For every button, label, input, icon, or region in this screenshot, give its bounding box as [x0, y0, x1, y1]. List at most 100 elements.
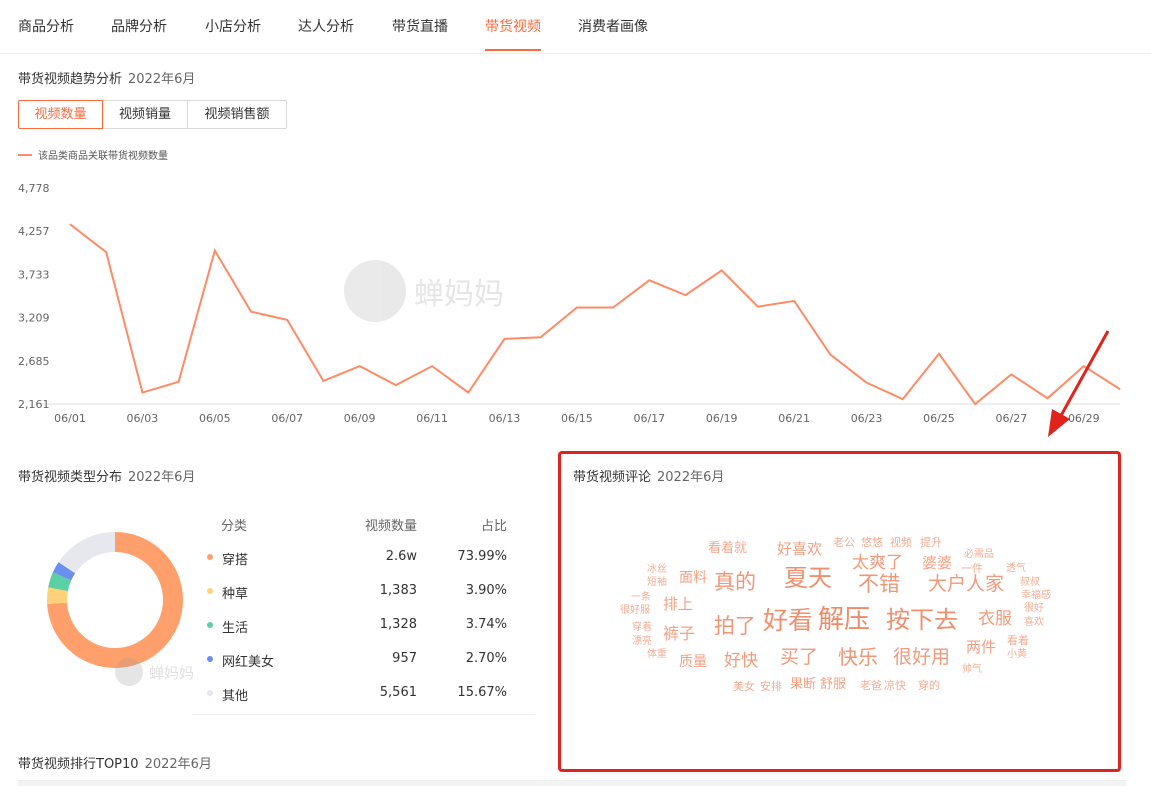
word-cloud-word: 拍了 — [714, 614, 756, 638]
x-tick-label: 06/13 — [489, 412, 521, 425]
word-cloud-word: 穿的 — [918, 679, 940, 692]
word-cloud-word: 很好 — [1024, 603, 1044, 614]
category-dot — [207, 622, 213, 628]
watermark: 蝉妈妈 — [344, 260, 504, 322]
tab-brand-analysis[interactable]: 品牌分析 — [111, 16, 167, 36]
video-count-button[interactable]: 视频数量 — [18, 100, 103, 129]
word-cloud-word: 老爸 — [860, 679, 882, 692]
category-count: 1,328 — [379, 617, 417, 632]
word-cloud-word: 裤子 — [663, 624, 696, 643]
word-cloud-word: 好快 — [724, 651, 758, 671]
word-cloud-word: 婆婆 — [922, 554, 953, 572]
word-cloud-word: 穿着 — [632, 622, 652, 633]
legend-line-swatch — [18, 154, 32, 156]
tab-video-commerce[interactable]: 带货视频 — [485, 16, 541, 36]
category-label: 网红美女 — [222, 655, 275, 670]
word-cloud-word: 排上 — [663, 595, 694, 613]
ranking-title: 带货视频排行TOP10 — [18, 757, 139, 772]
tab-shop-analysis[interactable]: 小店分析 — [205, 16, 261, 36]
category-dot — [207, 690, 213, 696]
word-cloud-word: 夏天 — [784, 564, 832, 592]
tab-consumer-profile[interactable]: 消费者画像 — [578, 16, 648, 36]
x-tick-label: 06/15 — [561, 412, 593, 425]
x-tick-label: 06/19 — [706, 412, 738, 425]
word-cloud-word: 悠悠 — [861, 536, 883, 549]
x-tick-label: 06/21 — [778, 412, 810, 425]
word-cloud-word: 小黄 — [1007, 649, 1027, 660]
comments-section-title: 带货视频评论 2022年6月 — [573, 466, 724, 485]
x-tick-label: 06/25 — [923, 412, 955, 425]
word-cloud-word: 一条 — [631, 592, 651, 603]
comments-date: 2022年6月 — [657, 470, 725, 485]
series-line — [69, 223, 1121, 406]
word-cloud-word: 很好用 — [893, 646, 951, 668]
y-tick-label: 2,685 — [18, 355, 50, 368]
category-label: 其他 — [222, 689, 249, 704]
video-revenue-button[interactable]: 视频销售额 — [187, 100, 287, 129]
word-cloud-word: 按下去 — [886, 606, 958, 634]
word-cloud-word: 透气 — [1006, 563, 1026, 574]
word-cloud-word: 舒服 — [820, 677, 847, 692]
tab-product-analysis[interactable]: 商品分析 — [18, 16, 74, 36]
comments-title: 带货视频评论 — [573, 470, 652, 485]
x-tick-label: 06/01 — [54, 412, 86, 425]
word-cloud-word: 安排 — [760, 680, 782, 693]
tab-influencer-analysis[interactable]: 达人分析 — [298, 16, 354, 36]
x-tick-label: 06/09 — [344, 412, 376, 425]
ranking-date: 2022年6月 — [144, 757, 212, 772]
distribution-table-header: 分类 视频数量 占比 — [192, 506, 535, 540]
word-cloud-word: 好喜欢 — [777, 540, 823, 558]
word-cloud-word: 面料 — [679, 570, 707, 586]
active-tab-indicator — [485, 49, 541, 51]
distribution-title: 带货视频类型分布 — [18, 470, 123, 485]
category-dot — [207, 588, 213, 594]
category-dot — [207, 656, 213, 662]
word-cloud-word: 不错 — [858, 572, 900, 596]
tab-live-commerce[interactable]: 带货直播 — [392, 16, 448, 36]
x-tick-label: 06/07 — [271, 412, 303, 425]
word-cloud-word: 好看 — [763, 606, 814, 635]
x-tick-label: 06/23 — [851, 412, 883, 425]
watermark-logo-icon — [344, 260, 406, 322]
word-cloud-word: 体重 — [647, 649, 667, 660]
word-cloud-word: 看着 — [1007, 634, 1029, 647]
small-watermark: 蝉妈妈 — [115, 658, 194, 686]
category-pct: 2.70% — [465, 651, 507, 666]
word-cloud-word: 美女 — [733, 680, 755, 693]
x-tick-label: 06/03 — [127, 412, 159, 425]
trend-section-title: 带货视频趋势分析 2022年6月 — [18, 68, 195, 87]
word-cloud-word: 漂亮 — [632, 636, 652, 647]
small-watermark-logo-icon — [115, 658, 143, 686]
red-annotation-arrow-icon — [1048, 330, 1110, 437]
word-cloud-word: 快乐 — [838, 645, 878, 669]
distribution-section-title: 带货视频类型分布 2022年6月 — [18, 466, 195, 485]
category-count: 1,383 — [379, 583, 417, 598]
word-cloud-word: 看着就 — [708, 541, 748, 556]
category-pct: 3.74% — [465, 617, 507, 632]
comment-word-cloud: 看着就 好喜欢 老公 悠悠 视频 提升 冰丝 短袖 面料 真的 夏天 太爽了 婆婆 必需品 一件 透气 一条 排上… — [600, 520, 1080, 710]
word-cloud-word: 两件 — [966, 638, 997, 656]
category-pct: 73.99% — [457, 549, 507, 564]
word-cloud-word: 冰丝 — [647, 564, 667, 575]
table-row: 网红美女 957 2.70% — [192, 642, 535, 676]
category-label: 生活 — [222, 621, 249, 636]
word-cloud-word: 老公 — [833, 536, 855, 549]
word-cloud-word: 果断 — [790, 677, 817, 692]
word-cloud-word: 短袖 — [647, 577, 667, 588]
video-sales-button[interactable]: 视频销量 — [102, 100, 188, 129]
word-cloud-word: 必需品 — [964, 549, 994, 560]
trend-title: 带货视频趋势分析 — [18, 72, 123, 87]
table-row: 其他 5,561 15.67% — [192, 676, 535, 710]
word-cloud-word: 衣服 — [978, 609, 1012, 629]
word-cloud-word: 大户人家 — [928, 573, 1005, 595]
word-cloud-word: 真的 — [714, 570, 756, 594]
category-dot — [207, 554, 213, 560]
word-cloud-word: 质量 — [679, 654, 707, 670]
distribution-date: 2022年6月 — [128, 470, 196, 485]
category-pct: 3.90% — [465, 583, 507, 598]
category-count: 2.6w — [385, 549, 417, 564]
word-cloud-word: 喜欢 — [1024, 617, 1044, 628]
category-pct: 15.67% — [457, 685, 507, 700]
y-tick-label: 4,257 — [18, 225, 50, 238]
word-cloud-word: 视频 — [890, 536, 912, 549]
